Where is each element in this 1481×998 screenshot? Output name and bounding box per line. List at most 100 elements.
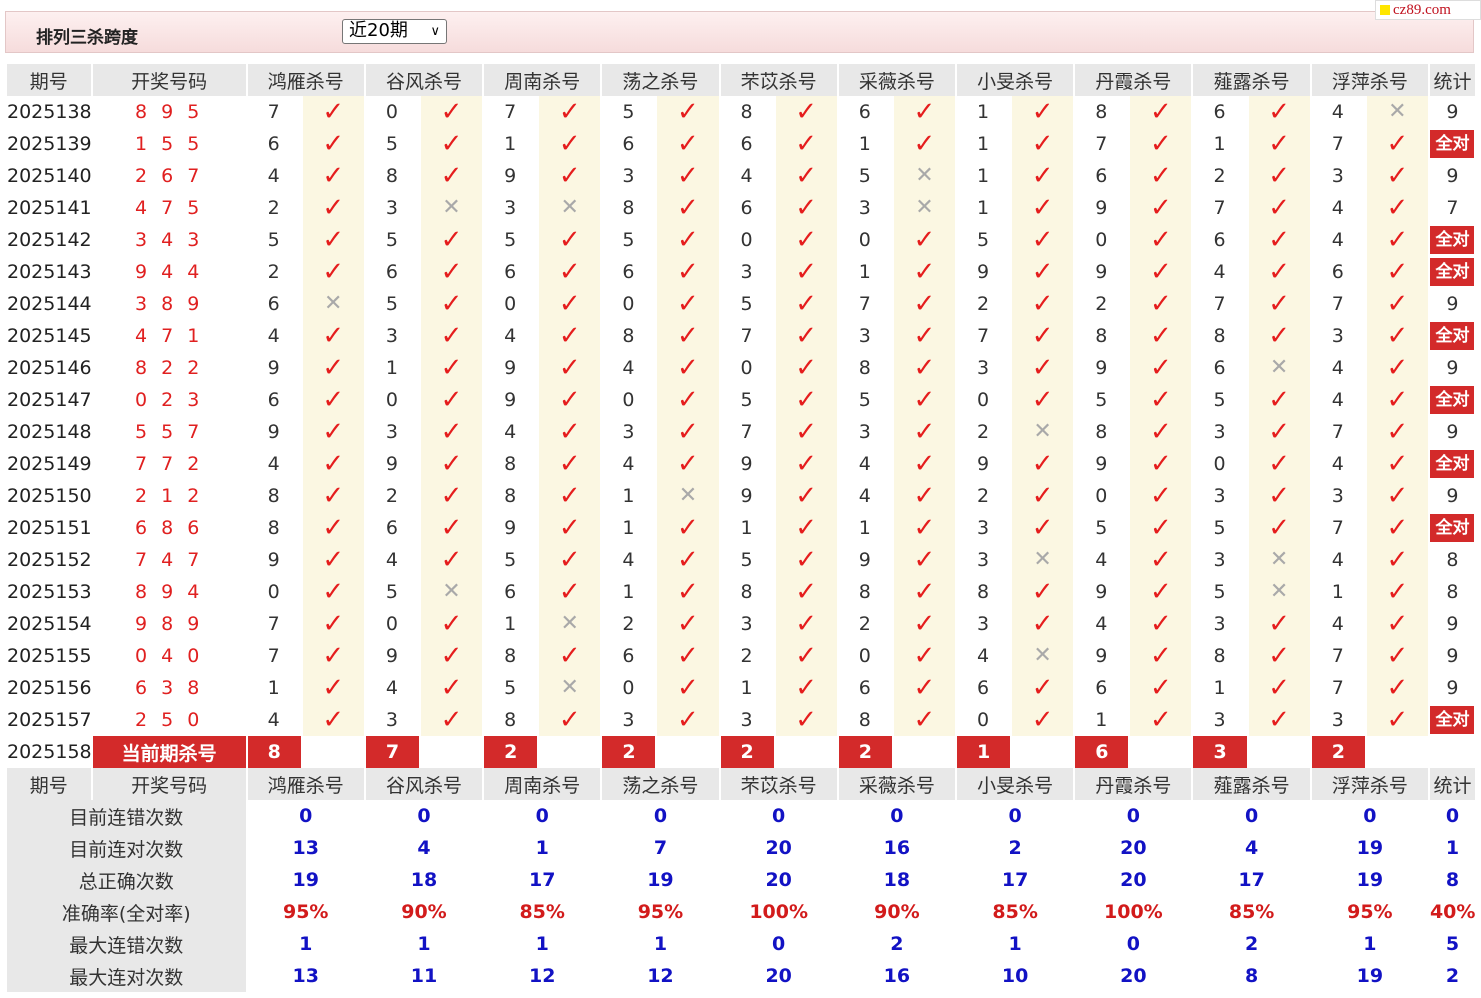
- result-cell: ✓: [420, 704, 483, 736]
- issue-number: 2025153: [7, 576, 91, 608]
- result-cell: ✓: [893, 256, 956, 288]
- result-cell: ✓: [775, 192, 837, 224]
- check-icon: ✓: [1386, 289, 1409, 319]
- kill-pick: 3: [957, 608, 1011, 640]
- result-cell: ✓: [1366, 512, 1428, 544]
- check-icon: ✓: [1386, 385, 1409, 415]
- header-expert[interactable]: 丹霞杀号: [1075, 768, 1192, 800]
- result-cell: ✓: [1248, 384, 1310, 416]
- header-expert[interactable]: 谷风杀号: [365, 768, 483, 800]
- check-icon: ✓: [1268, 417, 1291, 447]
- site-logo[interactable]: cz89.com: [1375, 0, 1481, 20]
- summary-value: 1: [484, 928, 601, 960]
- result-cell: ✓: [1012, 480, 1074, 512]
- check-icon: ✓: [1386, 193, 1409, 223]
- result-cell: ✓: [893, 352, 956, 384]
- issue-number: 2025151: [7, 512, 91, 544]
- table-row: 2025140 2 6 7 4 ✓ 8 ✓ 9 ✓ 3 ✓ 4 ✓ 5 ✕ 1 ✓ 6 ✓ 2 ✓ 3 ✓ 9: [7, 160, 1475, 192]
- header-expert[interactable]: 采薇杀号: [838, 768, 956, 800]
- result-cell: ✓: [1130, 256, 1192, 288]
- kill-pick: 5: [484, 672, 538, 704]
- header-expert[interactable]: 浮萍杀号: [1311, 64, 1428, 96]
- draw-number: 6 3 8: [134, 677, 204, 699]
- summary-stat: 0: [1429, 800, 1475, 832]
- check-icon: ✓: [322, 545, 345, 575]
- summary-value: 85%: [1193, 896, 1310, 928]
- check-icon: ✓: [558, 577, 581, 607]
- check-icon: ✓: [913, 513, 936, 543]
- check-icon: ✓: [322, 97, 345, 127]
- check-icon: ✓: [913, 481, 936, 511]
- kill-pick: 2: [1075, 288, 1129, 320]
- header-expert[interactable]: 小旻杀号: [957, 768, 1074, 800]
- result-cell: ✓: [893, 704, 956, 736]
- header-expert[interactable]: 薤露杀号: [1193, 64, 1310, 96]
- result-cell: ✓: [539, 96, 601, 128]
- kill-pick: 1: [838, 512, 892, 544]
- kill-pick: 1: [720, 512, 774, 544]
- logo-square-icon: [1380, 5, 1390, 15]
- result-cell: ✓: [1012, 672, 1074, 704]
- result-cell: ✓: [420, 96, 483, 128]
- check-icon: ✓: [1031, 129, 1054, 159]
- issue-number: 2025155: [7, 640, 91, 672]
- header-expert[interactable]: 采薇杀号: [838, 64, 956, 96]
- kill-pick: 1: [1193, 128, 1247, 160]
- summary-value: 16: [838, 832, 956, 864]
- header-expert[interactable]: 鸿雁杀号: [247, 64, 364, 96]
- check-icon: ✓: [1386, 161, 1409, 191]
- header-expert[interactable]: 浮萍杀号: [1311, 768, 1428, 800]
- header-expert[interactable]: 鸿雁杀号: [247, 768, 364, 800]
- header-expert[interactable]: 周南杀号: [484, 768, 601, 800]
- result-cell: ✓: [1248, 672, 1310, 704]
- header-expert[interactable]: 荡之杀号: [602, 768, 719, 800]
- result-cell: ✓: [775, 320, 837, 352]
- result-cell: ✓: [1366, 224, 1428, 256]
- header-expert[interactable]: 荡之杀号: [602, 64, 719, 96]
- kill-pick: 2: [957, 416, 1011, 448]
- check-icon: ✓: [1031, 577, 1054, 607]
- header-expert[interactable]: 芣苡杀号: [720, 768, 837, 800]
- kill-pick: 6: [247, 288, 301, 320]
- check-icon: ✓: [322, 385, 345, 415]
- period-select[interactable]: 近20期 ∨: [342, 19, 447, 44]
- header-draw: 开奖号码: [92, 768, 246, 800]
- check-icon: ✓: [795, 577, 818, 607]
- header-expert[interactable]: 薤露杀号: [1193, 768, 1310, 800]
- result-cell: ✓: [1012, 128, 1074, 160]
- check-icon: ✓: [440, 129, 463, 159]
- current-kill-pick: 2: [484, 736, 538, 768]
- header-expert[interactable]: 芣苡杀号: [720, 64, 837, 96]
- result-cell: ✓: [657, 672, 719, 704]
- kill-pick: 0: [720, 224, 774, 256]
- kill-pick: 3: [365, 704, 419, 736]
- kill-pick: 0: [602, 288, 656, 320]
- header-expert[interactable]: 小旻杀号: [957, 64, 1074, 96]
- check-icon: ✓: [795, 97, 818, 127]
- cross-icon: ✕: [1269, 579, 1289, 604]
- draw-number: 4 7 5: [134, 197, 204, 219]
- check-icon: ✓: [440, 641, 463, 671]
- result-cell: ✕: [539, 608, 601, 640]
- current-result-blank: [539, 736, 601, 768]
- check-icon: ✓: [1386, 353, 1409, 383]
- header-expert[interactable]: 周南杀号: [484, 64, 601, 96]
- stat-cell: 7: [1429, 192, 1475, 224]
- kill-pick: 6: [602, 256, 656, 288]
- issue-number: 2025140: [7, 160, 91, 192]
- header-expert[interactable]: 丹霞杀号: [1075, 64, 1192, 96]
- kill-pick: 6: [1193, 96, 1247, 128]
- summary-value: 20: [720, 960, 837, 992]
- result-cell: ✓: [302, 384, 364, 416]
- result-cell: ✓: [302, 160, 364, 192]
- result-cell: ✓: [1130, 576, 1192, 608]
- result-cell: ✓: [1130, 384, 1192, 416]
- result-cell: ✓: [1248, 128, 1310, 160]
- kill-pick: 3: [838, 320, 892, 352]
- result-cell: ✕: [420, 192, 483, 224]
- kill-pick: 2: [247, 192, 301, 224]
- result-cell: ✓: [302, 256, 364, 288]
- kill-pick: 4: [1311, 96, 1365, 128]
- header-expert[interactable]: 谷风杀号: [365, 64, 483, 96]
- title-bar: 排列三杀跨度 近20期 ∨: [5, 11, 1474, 53]
